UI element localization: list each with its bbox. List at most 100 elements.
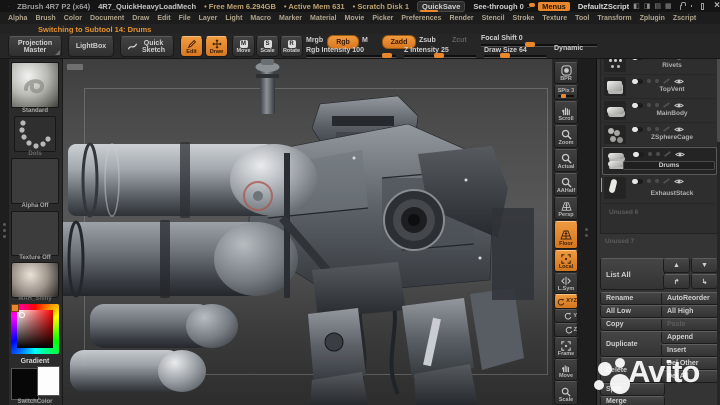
spix-slider[interactable]: SPix 3 (554, 85, 578, 100)
list-all-button[interactable]: List All (600, 258, 665, 290)
merge-button[interactable]: Merge (600, 396, 665, 405)
menu-transform[interactable]: Transform (593, 15, 635, 22)
menu-edit[interactable]: Edit (153, 15, 174, 22)
subtool-row-topvent[interactable]: TopVent (602, 75, 715, 99)
menu-material[interactable]: Material (306, 15, 340, 22)
menu-marker[interactable]: Marker (275, 15, 306, 22)
lsym-button[interactable]: L.Sym (554, 273, 578, 294)
menu-layer[interactable]: Layer (195, 15, 222, 22)
secondary-color-swatch[interactable] (37, 366, 60, 396)
subtool-down-button[interactable]: ▼ (691, 258, 718, 273)
left-tray-toggle-icon[interactable]: ◧ (633, 2, 640, 10)
menu-render[interactable]: Render (445, 15, 477, 22)
del-other-button[interactable]: Del Other (661, 357, 720, 370)
quicksave-button[interactable]: QuickSave (417, 0, 466, 12)
zsub-toggle[interactable]: Zsub (419, 37, 436, 44)
menu-zplugin[interactable]: Zplugin (636, 15, 669, 22)
insert-button[interactable]: Insert (661, 344, 720, 357)
menu-macro[interactable]: Macro (246, 15, 275, 22)
main-color-swatch[interactable] (11, 368, 39, 400)
menu-stencil[interactable]: Stencil (478, 15, 509, 22)
scroll-button[interactable]: Scroll (554, 101, 578, 124)
subtool-row-drums-selected[interactable]: Drums (602, 147, 717, 175)
subtool-move-in-button[interactable]: ↳ (691, 274, 718, 289)
subtool-visibility-icons[interactable] (632, 125, 712, 133)
autoreorder-button[interactable]: AutoReorder (661, 292, 720, 305)
menu-draw[interactable]: Draw (128, 15, 153, 22)
all-high-button[interactable]: All High (661, 305, 720, 318)
gradient-label[interactable]: Gradient (10, 358, 60, 365)
scale-canvas-button[interactable]: Scale (554, 381, 578, 405)
duplicate-button[interactable]: Duplicate (600, 331, 665, 357)
m-toggle[interactable]: M (362, 37, 368, 44)
z-axis-button[interactable]: Z (554, 323, 578, 337)
menu-light[interactable]: Light (221, 15, 246, 22)
menu-alpha[interactable]: Alpha (4, 15, 31, 22)
subtool-row-zspherecage[interactable]: ZSphereCage (602, 123, 715, 147)
dynamic-toggle[interactable]: Dynamic (554, 45, 583, 52)
rotate-button[interactable]: R Rotate (280, 36, 303, 57)
local-button[interactable]: Local (554, 250, 578, 272)
current-stroke-thumbnail[interactable] (14, 116, 56, 152)
lock-icon[interactable] (679, 1, 685, 10)
current-texture-thumbnail[interactable] (11, 211, 59, 256)
append-button[interactable]: Append (661, 331, 720, 344)
menu-picker[interactable]: Picker (368, 15, 397, 22)
color-picker[interactable] (11, 304, 59, 354)
current-alpha-thumbnail[interactable] (11, 158, 59, 204)
layout-a-icon[interactable]: ▤ (654, 2, 661, 10)
projection-master-button[interactable]: Projection Master (8, 36, 62, 57)
restore-icon[interactable] (701, 2, 705, 10)
copy-button[interactable]: Copy (600, 318, 665, 331)
move-canvas-button[interactable]: Move (554, 359, 578, 381)
edit-button[interactable]: Edit (180, 36, 203, 57)
right-tray-toggle-icon[interactable]: ◨ (644, 2, 651, 10)
lightbox-button[interactable]: LightBox (68, 36, 114, 57)
eye-icon[interactable] (675, 151, 685, 158)
floor-button[interactable]: Floor (554, 221, 578, 249)
menu-file[interactable]: File (175, 15, 195, 22)
minimize-icon[interactable] (690, 5, 692, 7)
current-brush-thumbnail[interactable] (11, 62, 59, 108)
subtool-up-button[interactable]: ▲ (663, 258, 690, 273)
menu-preferences[interactable]: Preferences (397, 15, 445, 22)
see-through-slider[interactable] (526, 2, 535, 8)
quick-sketch-button[interactable]: Quick Sketch (120, 36, 174, 57)
menu-document[interactable]: Document (86, 15, 128, 22)
eye-icon[interactable] (674, 102, 684, 109)
subtool-row-exhauststack[interactable]: ExhaustStack (601, 175, 715, 204)
frame-button[interactable]: Frame (554, 337, 578, 359)
switch-color-label[interactable]: SwitchColor (10, 399, 60, 405)
eye-icon[interactable] (674, 178, 684, 185)
right-divider-rail[interactable] (578, 58, 596, 405)
menu-brush[interactable]: Brush (31, 15, 59, 22)
subtool-row-mainbody[interactable]: MainBody (602, 99, 715, 123)
menu-tool[interactable]: Tool (571, 15, 593, 22)
eye-icon[interactable] (674, 126, 684, 133)
move-button[interactable]: M Move (232, 36, 255, 57)
zoom-button[interactable]: Zoom (554, 125, 578, 148)
mrgb-toggle[interactable]: Mrgb (306, 37, 323, 44)
paste-button[interactable]: Paste (661, 318, 720, 331)
scale-button[interactable]: S Scale (256, 36, 279, 57)
del-all-button[interactable]: Del All (661, 370, 720, 383)
zcut-toggle[interactable]: Zcut (452, 37, 467, 44)
layout-b-icon[interactable]: ▦ (665, 2, 672, 10)
menu-stroke[interactable]: Stroke (509, 15, 539, 22)
subtool-visibility-icons[interactable] (632, 101, 712, 109)
subtool-move-out-button[interactable]: ↱ (663, 274, 690, 289)
menu-color[interactable]: Color (60, 15, 86, 22)
menu-texture[interactable]: Texture (538, 15, 571, 22)
draw-size-slider[interactable] (484, 53, 546, 58)
rgb-intensity-slider[interactable] (306, 53, 396, 58)
split-button[interactable]: Split (600, 383, 665, 396)
sculpt-canvas[interactable] (62, 58, 552, 405)
aahalf-button[interactable]: AAHalf (554, 173, 578, 196)
menus-button[interactable]: Menus (538, 1, 570, 11)
left-divider-rail[interactable] (0, 58, 9, 405)
bpr-button[interactable]: BPR (554, 62, 578, 84)
current-material-thumbnail[interactable] (11, 262, 59, 298)
subtool-visibility-icons[interactable] (632, 177, 712, 185)
persp-button[interactable]: Persp (554, 197, 578, 220)
all-low-button[interactable]: All Low (600, 305, 665, 318)
